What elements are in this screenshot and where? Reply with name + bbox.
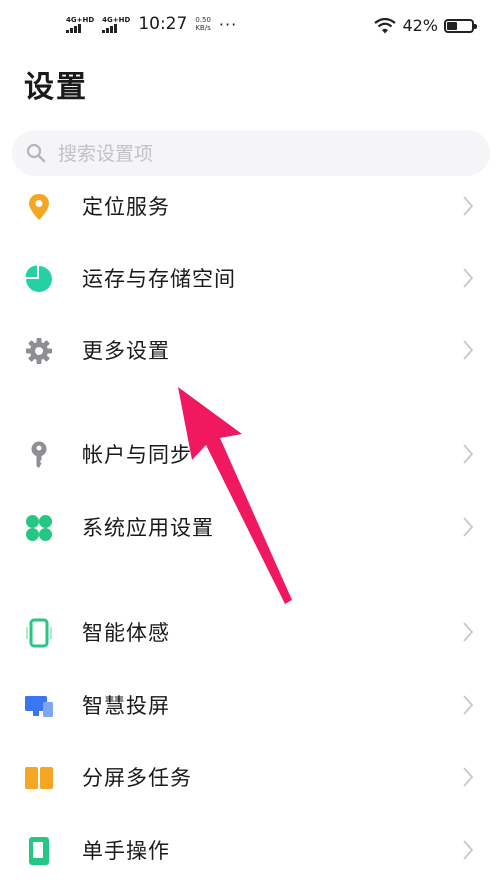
settings-item-memory-storage[interactable]: 运存与存储空间 — [0, 248, 500, 308]
split-screen-icon — [25, 767, 53, 789]
apps-grid-icon — [26, 515, 52, 541]
page-title: 设置 — [24, 70, 88, 105]
settings-item-one-hand[interactable]: 单手操作 — [0, 820, 500, 880]
key-icon — [31, 441, 47, 468]
settings-item-more-settings[interactable]: 更多设置 — [0, 320, 500, 380]
settings-item-label: 运存与存储空间 — [82, 267, 236, 291]
status-bar: 4G+HD 4G+HD 10:27 0.50 KB/s ··· 42% — [0, 0, 500, 56]
location-pin-icon — [29, 194, 49, 220]
settings-item-label: 系统应用设置 — [82, 516, 214, 540]
phone-motion-icon — [26, 618, 52, 648]
settings-item-label: 帐户与同步 — [82, 443, 192, 467]
sim2-signal-icon: 4G+HD — [102, 16, 130, 33]
settings-item-label: 智慧投屏 — [82, 694, 170, 718]
gear-icon — [26, 338, 52, 364]
speed-value: 0.50 — [195, 16, 211, 24]
sim2-label: 4G+HD — [102, 15, 131, 24]
status-time: 10:27 — [138, 14, 188, 34]
chevron-right-icon — [463, 268, 474, 288]
battery-icon — [444, 18, 477, 33]
chevron-right-icon — [463, 196, 474, 216]
settings-item-label: 定位服务 — [82, 195, 170, 219]
speed-unit: KB/s — [195, 24, 211, 32]
network-speed: 0.50 KB/s — [195, 16, 211, 32]
screen-cast-icon — [25, 696, 53, 717]
status-right: 42% — [374, 16, 477, 35]
settings-item-smart-motion[interactable]: 智能体感 — [0, 602, 500, 662]
more-notifications-icon: ··· — [218, 14, 238, 34]
settings-item-split-screen[interactable]: 分屏多任务 — [0, 747, 500, 807]
chevron-right-icon — [463, 767, 474, 787]
status-left: 4G+HD 4G+HD 10:27 0.50 KB/s ··· — [66, 14, 237, 34]
wifi-icon — [374, 17, 397, 33]
sim1-signal-icon: 4G+HD — [66, 16, 94, 33]
settings-item-label: 分屏多任务 — [82, 766, 192, 790]
settings-item-label: 更多设置 — [82, 339, 170, 363]
battery-level — [447, 21, 457, 30]
chevron-right-icon — [463, 444, 474, 464]
battery-percent: 42% — [402, 16, 438, 35]
chevron-right-icon — [463, 517, 474, 537]
settings-item-accounts-sync[interactable]: 帐户与同步 — [0, 424, 500, 484]
search-icon — [26, 143, 46, 163]
settings-item-system-apps[interactable]: 系统应用设置 — [0, 497, 500, 557]
settings-item-label: 单手操作 — [82, 839, 170, 863]
pie-chart-icon — [25, 265, 52, 292]
chevron-right-icon — [463, 695, 474, 715]
settings-item-label: 智能体感 — [82, 621, 170, 645]
chevron-right-icon — [463, 340, 474, 360]
settings-item-location[interactable]: 定位服务 — [0, 176, 500, 236]
chevron-right-icon — [463, 622, 474, 642]
one-hand-icon — [29, 837, 49, 865]
search-bar[interactable] — [12, 130, 490, 178]
sim1-label: 4G+HD — [66, 15, 95, 24]
settings-item-screen-cast[interactable]: 智慧投屏 — [0, 675, 500, 735]
chevron-right-icon — [463, 840, 474, 860]
search-input[interactable] — [56, 130, 480, 178]
